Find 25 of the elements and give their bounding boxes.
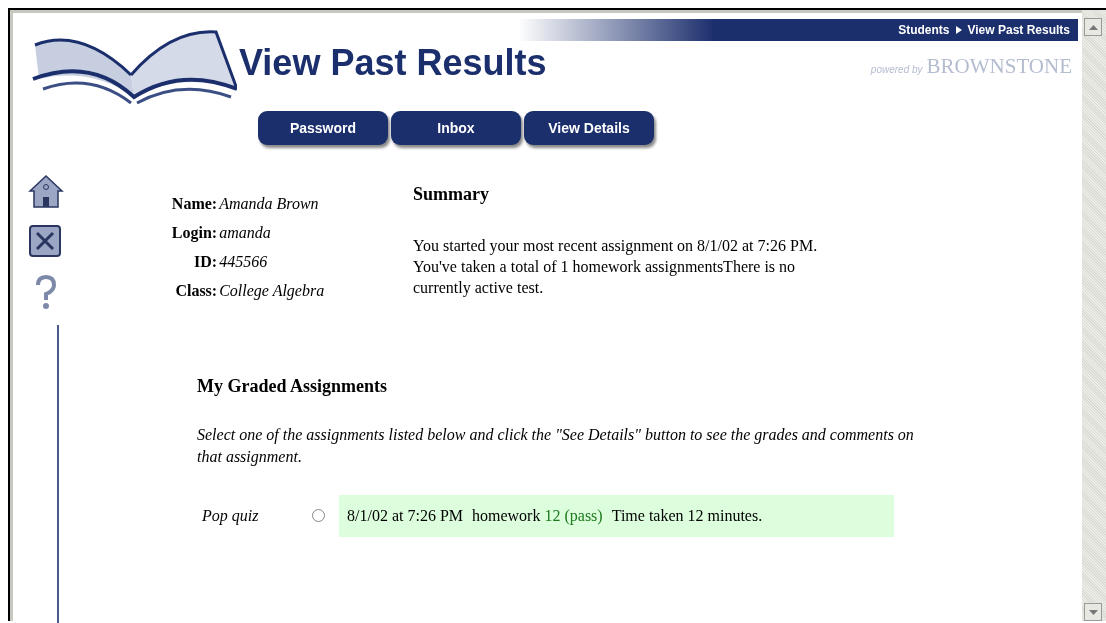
field-value: amanda (219, 223, 272, 243)
field-value: Amanda Brown (219, 194, 320, 214)
nav-button[interactable]: View Details (524, 111, 654, 145)
field-value: College Algebra (219, 281, 326, 302)
instructions-text: Select one of the assignments listed below and click the "See Details" button to see the grades and comments on that assignment. (197, 425, 915, 468)
nav-button[interactable]: Inbox (391, 111, 521, 145)
section-heading: Summary (413, 183, 490, 206)
section-heading: My Graded Assignments (197, 375, 388, 398)
breadcrumb-link[interactable]: Students (898, 21, 950, 39)
field-label: Name: (170, 194, 218, 214)
field-label: Class: (174, 281, 218, 301)
assignment-score: 12 (pass) (544, 505, 603, 527)
assignment-date: 8/1/02 at 7:26 PM (347, 505, 463, 526)
powered-by-text: powered by (870, 63, 923, 77)
field-value: 445566 (219, 252, 269, 272)
nav-button[interactable]: Password (258, 111, 388, 145)
assignment-type: homework (472, 505, 541, 526)
brand-logo-text: BROWNSTONE (926, 53, 1072, 80)
summary-text: You started your most recent assignment on 8/1/02 at 7:26 PM. You've taken a total of 1 homework assignmentsThere is no currently active test. (413, 236, 819, 299)
time-taken: Time taken 12 minutes. (611, 505, 763, 526)
field-label: Login: (170, 223, 218, 244)
breadcrumb-link[interactable]: View Past Results (967, 21, 1070, 39)
assignment-name: Pop quiz (201, 505, 260, 527)
page-title: View Past Results (239, 45, 547, 81)
field-label: ID: (193, 252, 218, 272)
